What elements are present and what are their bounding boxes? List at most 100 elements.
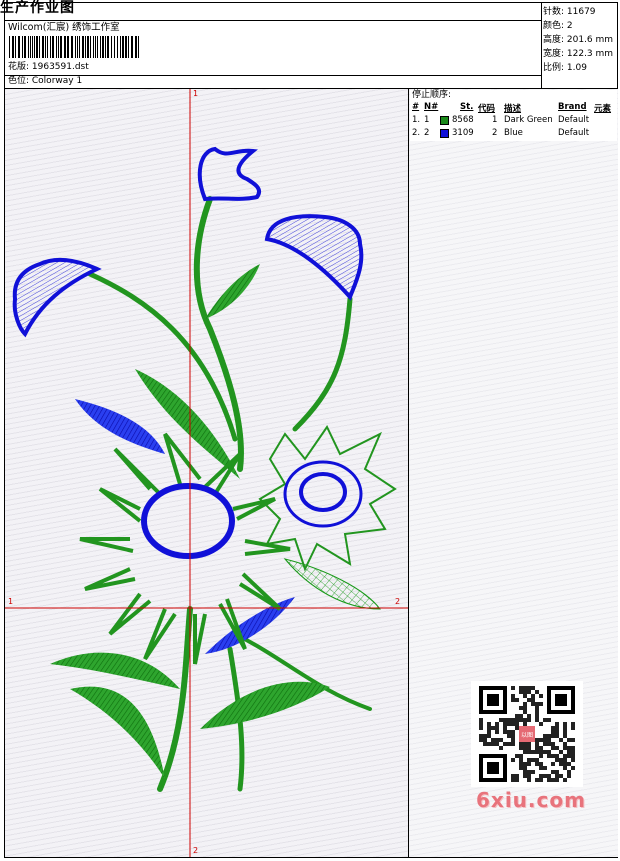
qr-module (571, 746, 575, 750)
qr-module (539, 694, 543, 698)
qr-module (479, 722, 483, 726)
qr-module (531, 698, 535, 702)
qr-module (511, 694, 515, 698)
qr-module (507, 718, 511, 722)
qr-module (539, 778, 543, 782)
row-code: 2 (492, 128, 498, 138)
design-height: 高度: 201.6 mm (543, 35, 614, 45)
barcode-bar (100, 36, 101, 58)
qr-module (523, 710, 527, 714)
qr-module (543, 718, 547, 722)
qr-module (503, 730, 507, 734)
qr-module (567, 762, 571, 766)
qr-module (551, 742, 555, 746)
right-flower-outer-ring (283, 460, 363, 528)
qr-module (555, 746, 559, 750)
col-stitches: St. (460, 102, 474, 112)
qr-module (515, 726, 519, 730)
barcode-bar (105, 36, 106, 58)
qr-module (563, 730, 567, 734)
qr-module (543, 738, 547, 742)
qr-module (531, 770, 535, 774)
barcode-bar (117, 36, 118, 58)
qr-module (511, 778, 515, 782)
qr-module (539, 702, 543, 706)
qr-module (571, 758, 575, 762)
color-count: 颜色: 2 (543, 21, 573, 31)
qr-module (527, 714, 531, 718)
qr-module (479, 718, 483, 722)
bud-flowers (12, 146, 364, 338)
design-file-label: 花版: 1963591.dst (8, 62, 89, 72)
barcode-bar (128, 36, 129, 58)
barcode-bar (60, 36, 62, 58)
qr-module (535, 706, 539, 710)
qr-module (551, 730, 555, 734)
qr-module (555, 734, 559, 738)
embroidery-preview (5, 89, 408, 857)
qr-finder (487, 694, 499, 706)
qr-module (507, 734, 511, 738)
qr-module (519, 766, 523, 770)
qr-module (499, 738, 503, 742)
qr-module (519, 746, 523, 750)
barcode-bar (75, 36, 76, 58)
barcode-bar (135, 36, 137, 58)
qr-module (515, 754, 519, 758)
barcode-bar (24, 36, 26, 58)
qr-module (479, 734, 483, 738)
qr-module (519, 742, 523, 746)
row-brand: Default (558, 128, 590, 138)
qr-module (519, 714, 523, 718)
qr-module (551, 770, 555, 774)
qr-module (535, 746, 539, 750)
qr-module (527, 758, 531, 762)
qr-module (487, 726, 491, 730)
qr-module (523, 770, 527, 774)
qr-module (503, 718, 507, 722)
qr-module (523, 702, 527, 706)
v-axis-top-label: 1 (193, 89, 199, 98)
qr-module (563, 742, 567, 746)
qr-module (535, 778, 539, 782)
qr-module (491, 742, 495, 746)
barcode-bar (125, 36, 127, 58)
qr-module (531, 758, 535, 762)
qr-module (539, 766, 543, 770)
qr-module (555, 774, 559, 778)
qr-module (567, 746, 571, 750)
row-index: 1. (412, 115, 421, 125)
v-axis-bottom-label: 2 (193, 846, 199, 855)
barcode-bar (64, 36, 66, 58)
barcode-bar (50, 36, 51, 58)
site-watermark: 6xiu.com (476, 788, 586, 812)
qr-module (527, 686, 531, 690)
col-index: # (412, 102, 420, 112)
qr-module (527, 746, 531, 750)
qr-module (487, 722, 491, 726)
barcode-bar (122, 36, 124, 58)
qr-module (559, 758, 563, 762)
qr-module (551, 746, 555, 750)
stats-divider (541, 3, 542, 88)
qr-module (559, 750, 563, 754)
qr-module (535, 762, 539, 766)
barcode-bar (97, 36, 98, 58)
qr-code: 以图 (471, 681, 583, 787)
col-description: 描述 (504, 104, 522, 114)
qr-module (551, 762, 555, 766)
qr-module (523, 706, 527, 710)
qr-module (547, 778, 551, 782)
qr-module (527, 698, 531, 702)
qr-module (563, 778, 567, 782)
qr-module (523, 742, 527, 746)
h-axis-left-label: 1 (8, 597, 14, 606)
barcode-bar (120, 36, 121, 58)
qr-module (535, 714, 539, 718)
qr-module (567, 770, 571, 774)
stats-panel: 针数: 11679 颜色: 2 高度: 201.6 mm 宽度: 122.3 m… (543, 5, 613, 75)
qr-module (547, 734, 551, 738)
qr-module (531, 750, 535, 754)
barcode-bar (114, 36, 115, 58)
qr-module (535, 710, 539, 714)
